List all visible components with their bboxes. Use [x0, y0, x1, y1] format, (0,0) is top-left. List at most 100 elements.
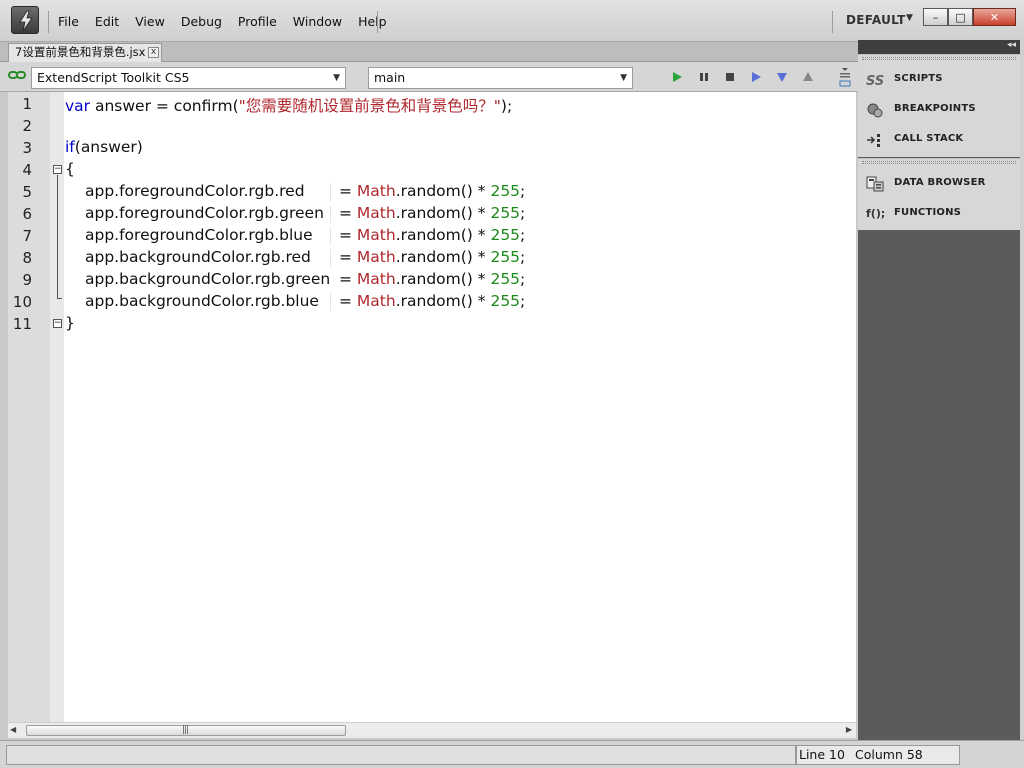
alignment-guide — [330, 293, 331, 311]
line-number: 8 — [22, 249, 32, 267]
document-tab-bar: 7设置前景色和背景色.jsx x — [0, 42, 858, 62]
code-line-7-rhs: = Math.random() * 255; — [339, 226, 525, 244]
alignment-guide — [330, 249, 331, 267]
data-browser-icon — [866, 176, 884, 192]
line-number: 9 — [22, 271, 32, 289]
menu-edit[interactable]: Edit — [87, 12, 127, 32]
window-border — [1020, 40, 1024, 740]
fold-range-end — [57, 298, 62, 299]
panel-data-browser[interactable]: DATA BROWSER — [858, 169, 1020, 199]
title-bar: File Edit View Debug Profile Window Help… — [0, 0, 1024, 42]
line-number: 7 — [22, 227, 32, 245]
line-number: 1 — [22, 95, 32, 113]
menu-file[interactable]: File — [50, 12, 87, 32]
line-number: 5 — [22, 183, 32, 201]
engine-select[interactable]: main ▼ — [368, 67, 633, 89]
code-line-8-rhs: = Math.random() * 255; — [339, 248, 525, 266]
code-line-7-lhs: app.foregroundColor.rgb.blue — [85, 226, 313, 244]
panel-scripts[interactable]: SS SCRIPTS — [858, 65, 1020, 95]
code-text: (answer) — [74, 138, 143, 156]
close-tab-icon[interactable]: x — [148, 47, 159, 58]
object-math: Math — [356, 292, 396, 310]
grip-icon: ||| — [182, 725, 189, 735]
collapse-panels-icon[interactable]: ◂◂ — [1007, 40, 1016, 50]
line-number: 2 — [22, 117, 32, 135]
code-text: ; — [520, 226, 526, 244]
scrollbar-thumb[interactable]: ||| — [26, 725, 346, 736]
code-text: .random() * — [395, 270, 491, 288]
code-editor[interactable]: 1 2 3 4 5 6 7 8 9 10 11 − − var answer =… — [8, 92, 856, 722]
menu-profile[interactable]: Profile — [230, 12, 285, 32]
keyword-if: if — [65, 138, 75, 156]
line-number: 10 — [12, 293, 32, 311]
number-literal: 255 — [490, 226, 521, 244]
menu-help[interactable]: Help — [350, 12, 395, 32]
workspace-switcher[interactable]: DEFAULT — [846, 13, 906, 27]
estk-logo-icon — [11, 6, 39, 34]
target-app-select[interactable]: ExtendScript Toolkit CS5 ▼ — [31, 67, 346, 89]
menu-window[interactable]: Window — [285, 12, 350, 32]
step-over-icon[interactable] — [749, 70, 763, 84]
code-line-8-lhs: app.backgroundColor.rgb.red — [85, 248, 311, 266]
menu-separator — [48, 11, 49, 33]
menu-view[interactable]: View — [127, 12, 173, 32]
code-line-5-rhs: = Math.random() * 255; — [339, 182, 525, 200]
close-button[interactable]: ✕ — [973, 8, 1016, 26]
scroll-right-icon[interactable]: ▶ — [846, 725, 852, 734]
window-controls: – □ ✕ — [923, 8, 1016, 26]
code-text: = — [339, 204, 357, 222]
code-text: .random() * — [395, 226, 491, 244]
panel-call-stack[interactable]: CALL STACK — [858, 125, 1020, 155]
breakpoints-icon — [867, 103, 883, 118]
pause-icon[interactable] — [697, 70, 711, 84]
menu-bar: File Edit View Debug Profile Window Help — [50, 12, 395, 32]
panel-functions[interactable]: f(); FUNCTIONS — [858, 199, 1020, 229]
stop-icon[interactable] — [723, 70, 737, 84]
fold-toggle-icon[interactable]: − — [53, 319, 62, 328]
code-text: ; — [520, 292, 526, 310]
code-line-10-lhs: app.backgroundColor.rgb.blue — [85, 292, 319, 310]
menu-debug[interactable]: Debug — [173, 12, 230, 32]
panel-breakpoints-label: BREAKPOINTS — [894, 103, 976, 114]
line-number-gutter: 1 2 3 4 5 6 7 8 9 10 11 — [8, 92, 50, 722]
panel-menu-icon[interactable] — [838, 66, 852, 88]
horizontal-scrollbar[interactable]: ◀ ||| ▶ — [8, 722, 856, 738]
workspace-separator — [832, 11, 833, 33]
code-line-6-rhs: = Math.random() * 255; — [339, 204, 525, 222]
scripts-icon: SS — [866, 74, 884, 88]
code-text: ); — [500, 97, 513, 115]
panel-group-data: DATA BROWSER f(); FUNCTIONS — [858, 158, 1020, 230]
alignment-guide — [330, 227, 331, 245]
line-number: 4 — [22, 161, 32, 179]
minimize-button[interactable]: – — [923, 8, 948, 26]
fold-toggle-icon[interactable]: − — [53, 165, 62, 174]
code-text: ; — [520, 204, 526, 222]
code-text: = — [339, 270, 357, 288]
run-icon[interactable] — [670, 70, 684, 84]
panel-breakpoints[interactable]: BREAKPOINTS — [858, 95, 1020, 125]
code-line-10-rhs: = Math.random() * 255; — [339, 292, 525, 310]
code-text: answer = confirm( — [90, 97, 239, 115]
link-icon[interactable] — [8, 70, 26, 80]
panel-group-debug: SS SCRIPTS BREAKPOINTS CALL STACK — [858, 54, 1020, 157]
code-line-3: if(answer) — [65, 138, 143, 156]
number-literal: 255 — [490, 182, 521, 200]
string-literal: "您需要随机设置前景色和背景色吗？" — [238, 97, 501, 115]
target-app-value: ExtendScript Toolkit CS5 — [37, 70, 190, 85]
status-column: Column 58 — [855, 747, 923, 762]
maximize-button[interactable]: □ — [948, 8, 973, 26]
call-stack-icon — [867, 134, 880, 147]
panel-grip[interactable] — [862, 161, 1016, 164]
document-tab[interactable]: 7设置前景色和背景色.jsx x — [8, 43, 162, 62]
panel-grip[interactable] — [862, 57, 1016, 60]
code-text: = — [339, 248, 357, 266]
fold-range-line — [57, 175, 58, 298]
number-literal: 255 — [490, 204, 521, 222]
code-text: = — [339, 292, 357, 310]
step-out-icon[interactable] — [801, 70, 815, 84]
line-number: 6 — [22, 205, 32, 223]
chevron-down-icon[interactable]: ▼ — [906, 13, 913, 23]
scroll-left-icon[interactable]: ◀ — [10, 725, 16, 734]
step-into-icon[interactable] — [775, 70, 789, 84]
code-line-4: { — [65, 160, 75, 178]
